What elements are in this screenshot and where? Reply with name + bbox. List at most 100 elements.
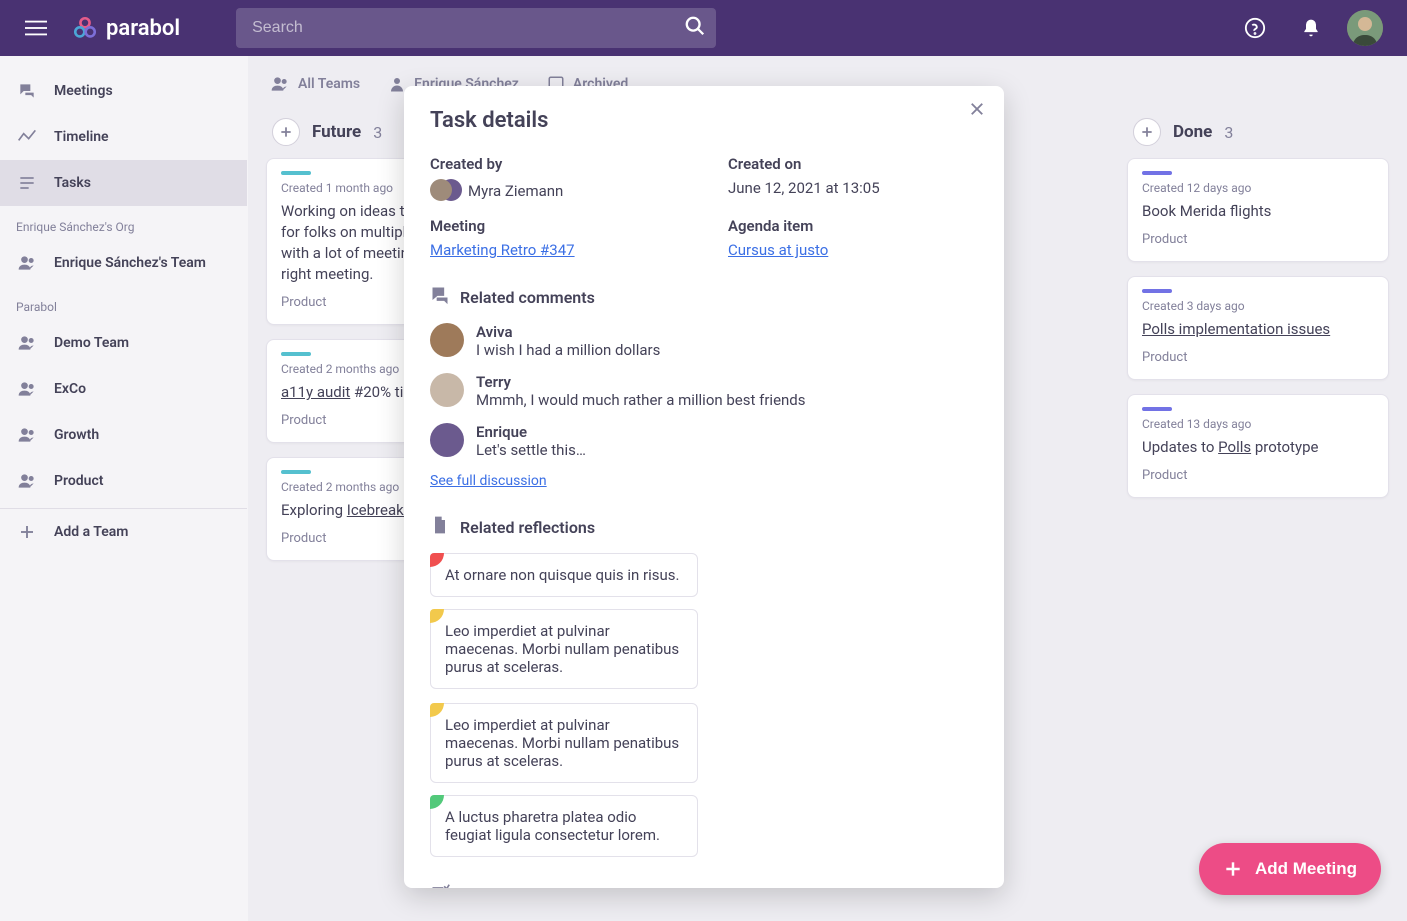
plus-icon xyxy=(16,521,38,543)
card-footer: Product xyxy=(1142,350,1374,365)
add-meeting-button[interactable]: Add Meeting xyxy=(1199,843,1381,895)
nav-timeline[interactable]: Timeline xyxy=(0,114,247,160)
logo-text: parabol xyxy=(106,16,180,41)
column-done: Done 3 Created 12 days ago Book Merida f… xyxy=(1127,110,1389,575)
comment: Aviva I wish I had a million dollars xyxy=(430,323,978,359)
comment-author: Aviva xyxy=(476,323,660,341)
search-icon[interactable] xyxy=(684,15,706,41)
task-card[interactable]: Created 13 days ago Updates to Polls pro… xyxy=(1127,394,1389,498)
meeting-link[interactable]: Marketing Retro #347 xyxy=(430,241,575,259)
person-icon xyxy=(388,75,406,93)
timeline-icon xyxy=(16,126,38,148)
team-icon xyxy=(16,252,38,274)
reflection-card[interactable]: A luctus pharetra platea odio feugiat li… xyxy=(430,795,698,857)
top-bar: parabol xyxy=(0,0,1407,56)
nav-label: Meetings xyxy=(54,83,113,99)
fab-label: Add Meeting xyxy=(1255,859,1357,879)
team-icon xyxy=(16,332,38,354)
comments-icon xyxy=(430,285,450,309)
task-details-modal: Task details Created by Myra Ziemann Cre… xyxy=(404,86,1004,888)
tasks-icon xyxy=(430,883,450,888)
comment: Enrique Let's settle this… xyxy=(430,423,978,459)
logo[interactable]: parabol xyxy=(72,15,180,41)
sidebar-team-demo[interactable]: Demo Team xyxy=(0,320,247,366)
modal-title: Task details xyxy=(430,108,978,133)
reflection-card[interactable]: Leo imperdiet at pulvinar maecenas. Morb… xyxy=(430,703,698,783)
hamburger-menu[interactable] xyxy=(16,8,56,48)
meeting-label: Meeting xyxy=(430,217,680,235)
column-count: 3 xyxy=(373,123,382,142)
sidebar-team-product[interactable]: Product xyxy=(0,458,247,504)
agenda-label: Agenda item xyxy=(728,217,978,235)
comment-text: I wish I had a million dollars xyxy=(476,341,660,359)
team-icon xyxy=(16,378,38,400)
comment-text: Let's settle this… xyxy=(476,441,586,459)
card-created: Created 13 days ago xyxy=(1142,417,1374,431)
reflection-text: A luctus pharetra platea odio feugiat li… xyxy=(445,808,660,844)
agenda-link[interactable]: Cursus at justo xyxy=(728,241,828,259)
creator-name: Myra Ziemann xyxy=(468,182,563,200)
notifications-icon[interactable] xyxy=(1291,8,1331,48)
comment-avatar xyxy=(430,373,464,407)
search-wrap xyxy=(236,8,716,48)
card-body: Updates to Polls prototype xyxy=(1142,437,1374,458)
org-label: Enrique Sánchez's Org xyxy=(0,206,247,240)
card-footer: Product xyxy=(1142,232,1374,247)
task-card[interactable]: Created 3 days ago Polls implementation … xyxy=(1127,276,1389,380)
logo-icon xyxy=(72,15,98,41)
card-body: Polls implementation issues xyxy=(1142,319,1374,340)
card-footer: Product xyxy=(1142,468,1374,483)
team-icon xyxy=(16,470,38,492)
help-icon[interactable] xyxy=(1235,8,1275,48)
created-by-label: Created by xyxy=(430,155,680,173)
team-icon xyxy=(270,74,290,94)
created-on-label: Created on xyxy=(728,155,978,173)
document-icon xyxy=(430,515,450,539)
comment-author: Terry xyxy=(476,373,806,391)
card-created: Created 3 days ago xyxy=(1142,299,1374,313)
task-card[interactable]: Created 12 days ago Book Merida flights … xyxy=(1127,158,1389,262)
related-tasks-heading: Related tasks xyxy=(460,886,557,889)
team-icon xyxy=(16,424,38,446)
add-card-button[interactable] xyxy=(1133,118,1161,146)
comment-avatar xyxy=(430,323,464,357)
sidebar-team-exco[interactable]: ExCo xyxy=(0,366,247,412)
team-label: ExCo xyxy=(54,381,86,397)
column-count: 3 xyxy=(1224,123,1233,142)
nav-label: Timeline xyxy=(54,129,109,145)
comment-avatar xyxy=(430,423,464,457)
add-card-button[interactable] xyxy=(272,118,300,146)
filter-all-teams[interactable]: All Teams xyxy=(270,74,360,94)
team-label: Product xyxy=(54,473,103,489)
team-label: Enrique Sánchez's Team xyxy=(54,255,206,271)
chat-icon xyxy=(16,80,38,102)
column-title: Future xyxy=(312,122,361,142)
plus-icon xyxy=(1223,859,1243,879)
see-full-discussion-link[interactable]: See full discussion xyxy=(430,473,547,489)
add-team-button[interactable]: Add a Team xyxy=(0,508,247,555)
comment-text: Mmmh, I would much rather a million best… xyxy=(476,391,806,409)
card-created: Created 12 days ago xyxy=(1142,181,1374,195)
creator-avatar xyxy=(430,179,458,203)
reflection-card[interactable]: Leo imperdiet at pulvinar maecenas. Morb… xyxy=(430,609,698,689)
team-label: Growth xyxy=(54,427,99,443)
column-title: Done xyxy=(1173,122,1212,142)
reflection-card[interactable]: At ornare non quisque quis in risus. xyxy=(430,553,698,597)
comment: Terry Mmmh, I would much rather a millio… xyxy=(430,373,978,409)
reflections-heading: Related reflections xyxy=(460,518,595,537)
nav-meetings[interactable]: Meetings xyxy=(0,68,247,114)
sidebar-team-enrique[interactable]: Enrique Sánchez's Team xyxy=(0,240,247,286)
sidebar-team-growth[interactable]: Growth xyxy=(0,412,247,458)
close-icon[interactable] xyxy=(968,100,986,123)
search-input[interactable] xyxy=(236,8,716,48)
tasks-icon xyxy=(16,172,38,194)
add-team-label: Add a Team xyxy=(54,524,128,540)
comment-author: Enrique xyxy=(476,423,586,441)
nav-tasks[interactable]: Tasks xyxy=(0,160,247,206)
reflection-text: At ornare non quisque quis in risus. xyxy=(445,566,679,584)
reflection-text: Leo imperdiet at pulvinar maecenas. Morb… xyxy=(445,716,679,770)
card-body: Book Merida flights xyxy=(1142,201,1374,222)
reflection-text: Leo imperdiet at pulvinar maecenas. Morb… xyxy=(445,622,679,676)
user-avatar[interactable] xyxy=(1347,10,1383,46)
parabol-label: Parabol xyxy=(0,286,247,320)
